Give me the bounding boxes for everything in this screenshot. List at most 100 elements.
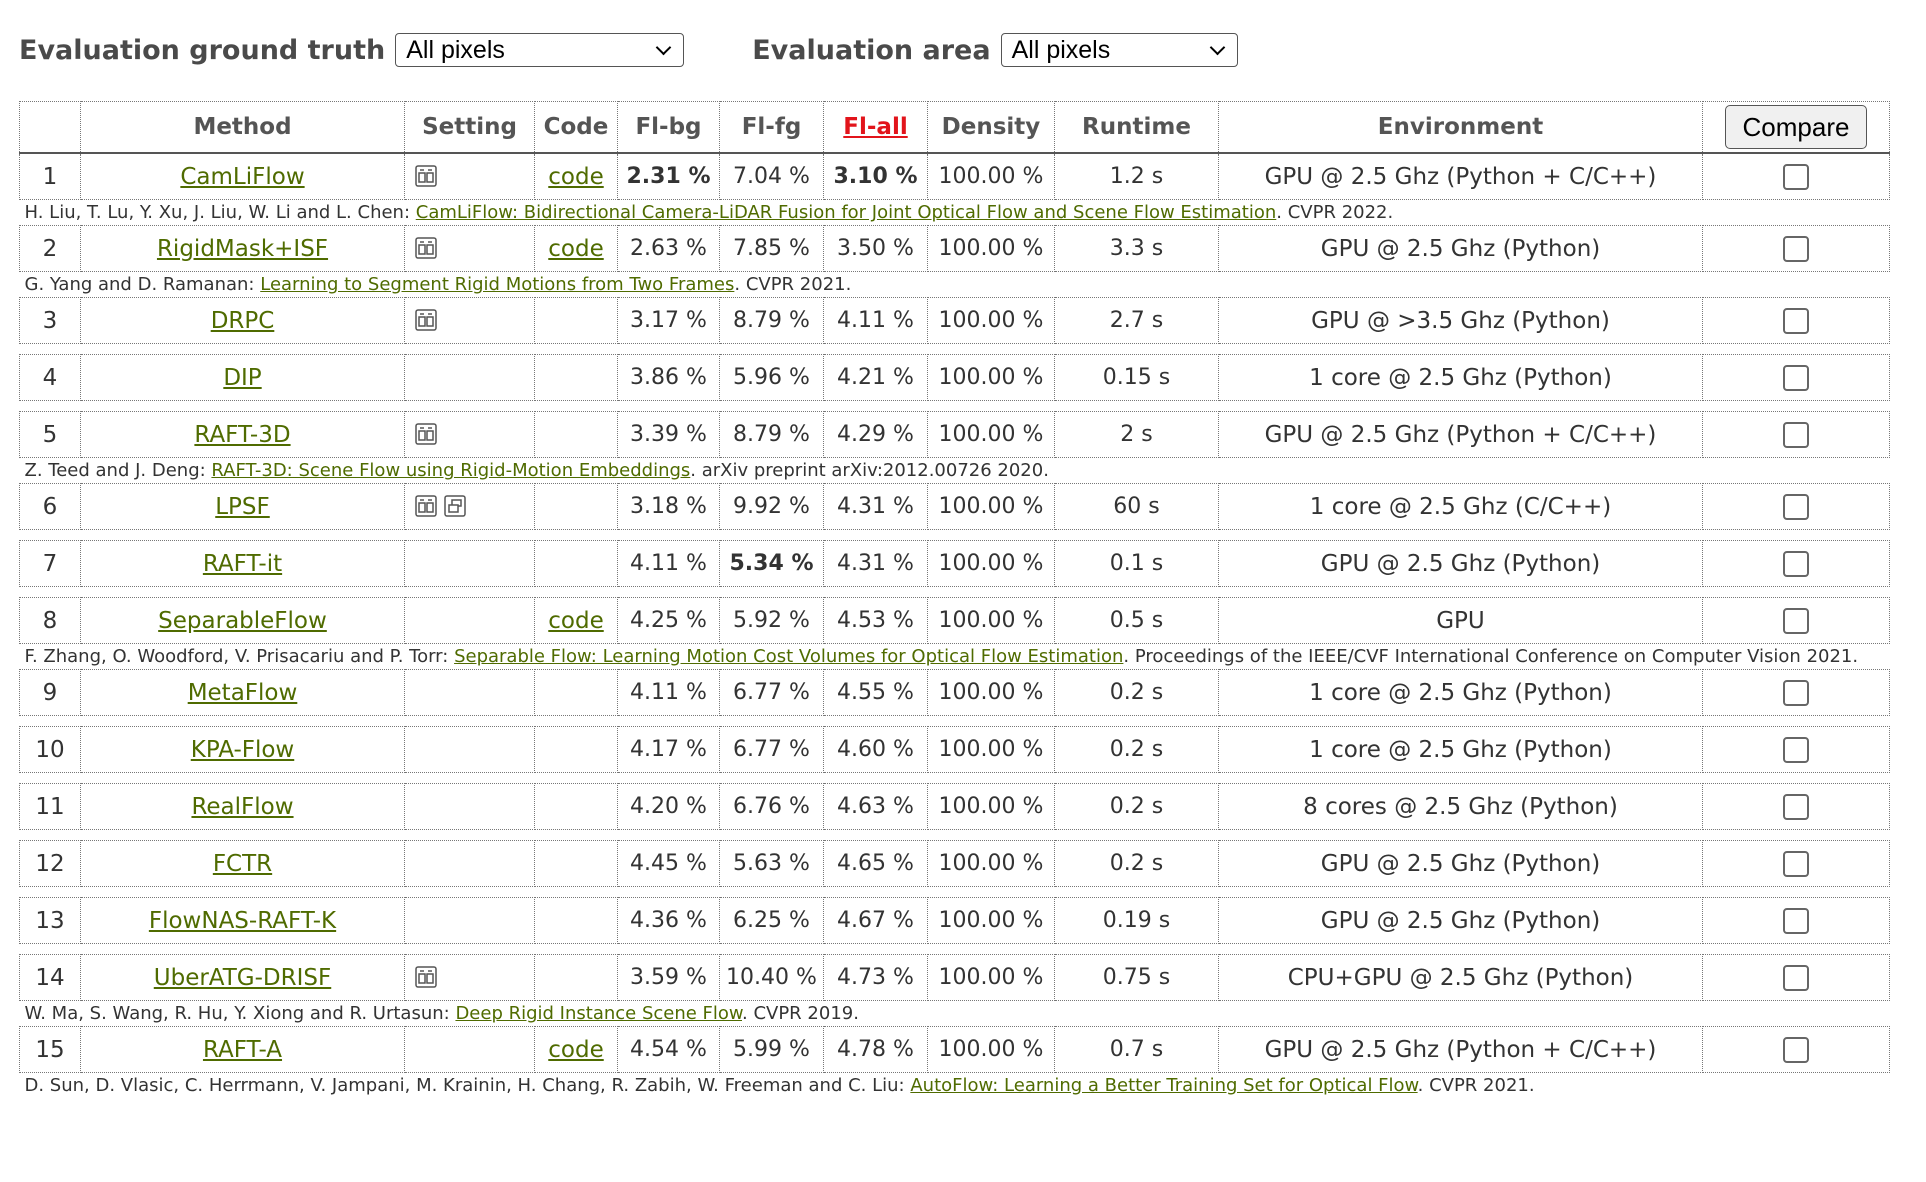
stereo-icon — [415, 965, 440, 991]
compare-checkbox[interactable] — [1783, 493, 1809, 520]
environment-cell: GPU @ 2.5 Ghz (Python + C/C++) — [1218, 152, 1703, 200]
row-spacer-cell — [20, 716, 1890, 727]
reference-title-link[interactable]: CamLiFlow: Bidirectional Camera-LiDAR Fu… — [416, 202, 1277, 223]
header-code: Code — [534, 101, 618, 154]
table-row: 8 SeparableFlow code 4.25 % 5.92 % 4.53 % 100.… — [19, 597, 1890, 644]
rank-cell: 3 — [19, 297, 81, 344]
method-link[interactable]: LPSF — [215, 494, 270, 520]
method-cell: RAFT-it — [80, 540, 405, 587]
code-link[interactable]: code — [548, 608, 603, 634]
evaluation-area-select[interactable]: All pixels — [1000, 33, 1238, 67]
method-link[interactable]: RAFT-A — [203, 1037, 282, 1063]
method-cell: KPA-Flow — [80, 726, 405, 773]
method-link[interactable]: UberATG-DRISF — [154, 965, 331, 991]
method-link[interactable]: MetaFlow — [188, 680, 298, 706]
row-spacer — [20, 773, 1890, 784]
compare-checkbox[interactable] — [1783, 964, 1809, 991]
compare-checkbox[interactable] — [1783, 850, 1809, 877]
header-fl-bg[interactable]: Fl-bg — [617, 101, 720, 154]
reference-title-link[interactable]: Deep Rigid Instance Scene Flow — [455, 1003, 742, 1024]
header-runtime[interactable]: Runtime — [1054, 101, 1219, 154]
row-spacer-cell — [20, 830, 1890, 841]
method-link[interactable]: RAFT-it — [203, 551, 282, 577]
density-cell: 100.00 % — [927, 152, 1055, 200]
compare-checkbox[interactable] — [1783, 607, 1809, 634]
method-link[interactable]: FlowNAS-RAFT-K — [149, 908, 336, 934]
reference-venue: . CVPR 2021. — [734, 274, 852, 295]
header-setting: Setting — [404, 101, 535, 154]
code-cell — [534, 669, 618, 716]
method-link[interactable]: RealFlow — [191, 794, 293, 820]
method-link[interactable]: FCTR — [213, 851, 272, 877]
compare-cell — [1702, 840, 1890, 887]
reference-title-link[interactable]: RAFT-3D: Scene Flow using Rigid-Motion E… — [211, 460, 690, 481]
environment-cell: GPU @ 2.5 Ghz (Python) — [1218, 225, 1703, 272]
header-fl-all[interactable]: Fl-all — [823, 101, 928, 154]
fl-bg-cell: 3.39 % — [617, 411, 720, 458]
compare-checkbox[interactable] — [1783, 550, 1809, 577]
table-row: 9 MetaFlow 4.11 % 6.77 % 4.55 % 100.00 % 0.2 s… — [19, 669, 1890, 716]
method-link[interactable]: CamLiFlow — [180, 164, 304, 190]
reference-venue: . CVPR 2021. — [1417, 1075, 1535, 1096]
fl-all-sort-link[interactable]: Fl-all — [843, 114, 907, 140]
method-cell: RAFT-3D — [80, 411, 405, 458]
compare-checkbox[interactable] — [1783, 907, 1809, 934]
compare-checkbox[interactable] — [1783, 235, 1809, 262]
compare-checkbox[interactable] — [1783, 1036, 1809, 1063]
row-spacer — [20, 401, 1890, 412]
fl-fg-cell: 5.99 % — [719, 1026, 824, 1073]
row-spacer — [20, 944, 1890, 955]
row-spacer — [20, 887, 1890, 898]
method-link[interactable]: KPA-Flow — [191, 737, 295, 763]
compare-cell — [1702, 897, 1890, 944]
code-link[interactable]: code — [548, 164, 603, 190]
method-link[interactable]: DRPC — [211, 308, 275, 334]
reference-title-link[interactable]: Learning to Segment Rigid Motions from T… — [260, 274, 734, 295]
compare-checkbox[interactable] — [1783, 793, 1809, 820]
stereo-icon — [415, 494, 440, 520]
table-row: 6 LPSF 3.18 % 9.92 % 4.31 % 100.00 % 60 s1 cor… — [19, 483, 1890, 530]
compare-cell — [1702, 597, 1890, 644]
rank-cell: 6 — [19, 483, 81, 530]
header-density[interactable]: Density — [927, 101, 1055, 154]
compare-checkbox[interactable] — [1783, 364, 1809, 391]
code-cell — [534, 411, 618, 458]
fl-fg-cell: 6.77 % — [719, 669, 824, 716]
fl-bg-cell: 4.45 % — [617, 840, 720, 887]
density-cell: 100.00 % — [927, 1026, 1055, 1073]
header-method[interactable]: Method — [80, 101, 405, 154]
header-fl-fg[interactable]: Fl-fg — [719, 101, 824, 154]
method-link[interactable]: SeparableFlow — [158, 608, 327, 634]
reference-text: F. Zhang, O. Woodford, V. Prisacariu and… — [20, 644, 1890, 670]
fl-bg-cell: 2.31 % — [617, 152, 720, 200]
compare-cell — [1702, 669, 1890, 716]
compare-checkbox[interactable] — [1783, 163, 1809, 190]
setting-cell — [404, 540, 535, 587]
compare-checkbox[interactable] — [1783, 679, 1809, 706]
chevron-down-icon — [1209, 39, 1225, 55]
code-link[interactable]: code — [548, 236, 603, 262]
compare-cell — [1702, 297, 1890, 344]
code-link[interactable]: code — [548, 1037, 603, 1063]
density-cell: 100.00 % — [927, 954, 1055, 1001]
method-cell: FlowNAS-RAFT-K — [80, 897, 405, 944]
method-link[interactable]: RAFT-3D — [194, 422, 290, 448]
ground-truth-select[interactable]: All pixels — [395, 33, 685, 67]
compare-checkbox[interactable] — [1783, 307, 1809, 334]
compare-cell — [1702, 726, 1890, 773]
fl-all-cell: 4.31 % — [823, 483, 928, 530]
environment-cell: 1 core @ 2.5 Ghz (Python) — [1218, 354, 1703, 401]
fl-fg-cell: 5.96 % — [719, 354, 824, 401]
reference-text: W. Ma, S. Wang, R. Hu, Y. Xiong and R. U… — [20, 1001, 1890, 1027]
method-link[interactable]: DIP — [223, 365, 261, 391]
reference-title-link[interactable]: AutoFlow: Learning a Better Training Set… — [910, 1075, 1417, 1096]
reference-title-link[interactable]: Separable Flow: Learning Motion Cost Vol… — [454, 646, 1123, 667]
compare-button[interactable]: Compare — [1725, 105, 1867, 149]
runtime-cell: 60 s — [1054, 483, 1219, 530]
compare-checkbox[interactable] — [1783, 736, 1809, 763]
method-link[interactable]: RigidMask+ISF — [157, 236, 328, 262]
compare-checkbox[interactable] — [1783, 421, 1809, 448]
method-cell: UberATG-DRISF — [80, 954, 405, 1001]
density-cell: 100.00 % — [927, 540, 1055, 587]
runtime-cell: 0.5 s — [1054, 597, 1219, 644]
